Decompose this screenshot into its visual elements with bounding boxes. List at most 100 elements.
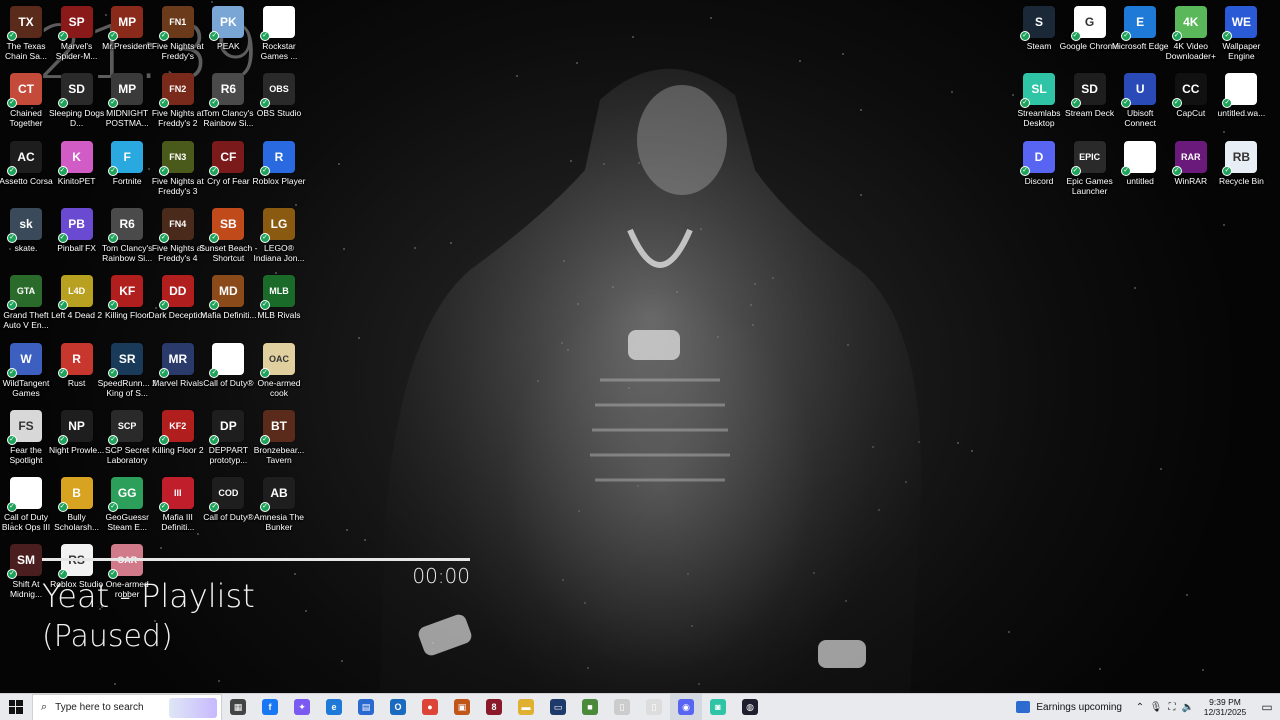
desktop-icon-cry-of-fear[interactable]: CF ✓ Cry of Fear [203, 140, 253, 186]
desktop-icon-lego-indiana-jon[interactable]: LG ✓ LEGO® Indiana Jon... [253, 207, 305, 263]
news-widget[interactable]: Earnings upcoming [1006, 701, 1132, 713]
winrar-icon: RAR ✓ [1171, 140, 1207, 176]
desktop-icon-fortnite[interactable]: F ✓ Fortnite [102, 140, 152, 186]
desktop-icon-wallpaper-engine[interactable]: WE ✓ Wallpaper Engine [1216, 6, 1266, 61]
microphone-icon[interactable]: 🎙 [1148, 702, 1164, 713]
desktop-icon-fear-the-spotlight[interactable]: FS ✓ Fear the Spotlight [1, 409, 51, 465]
desktop-icon-geoguessr-steam-e[interactable]: GG ✓ GeoGuessr Steam E... [102, 477, 152, 532]
discord-taskbar-button[interactable]: ◉ [670, 693, 702, 720]
desktop-icon-obs-studio[interactable]: OBS ✓ OBS Studio [254, 73, 304, 118]
desktop-icon-winrar[interactable]: RAR ✓ WinRAR [1166, 140, 1216, 186]
start-button[interactable] [0, 694, 32, 720]
desktop-icon-mafia-iii-definiti[interactable]: III ✓ Mafia III Definiti... [153, 477, 203, 532]
outlook-taskbar-button[interactable]: O [382, 694, 414, 720]
desktop-icon-mafia-definiti[interactable]: MD ✓ Mafia Definiti... [200, 275, 257, 320]
desktop-icon-sunset-beach-shortcut[interactable]: SB ✓ Sunset Beach - Shortcut [199, 207, 257, 263]
file-explorer-taskbar-button[interactable]: ▬ [510, 694, 542, 720]
desktop-icon-wildtangent-games[interactable]: W ✓ WildTangent Games [1, 342, 51, 398]
desktop-icon-five-nights-at-freddy-s[interactable]: FN1 ✓ Five Nights at Freddy's [152, 6, 204, 61]
desktop-icon-streamlabs-desktop[interactable]: SL ✓ Streamlabs Desktop [1014, 73, 1064, 128]
desktop-icon-the-texas-chain-sa[interactable]: TX ✓ The Texas Chain Sa... [1, 6, 51, 61]
desktop-icon-microsoft-edge[interactable]: E ✓ Microsoft Edge [1112, 6, 1169, 51]
desktop-icon-steam[interactable]: S ✓ Steam [1014, 6, 1064, 51]
app-taskbar-button[interactable]: ▣ [446, 694, 478, 720]
network-icon[interactable]: ⛶ [1164, 702, 1180, 713]
desktop-icon-bronzebear-tavern[interactable]: BT ✓ Bronzebear... Tavern [254, 409, 304, 465]
progress-bar[interactable] [42, 558, 470, 561]
document-taskbar-button[interactable]: ▯ [606, 694, 638, 720]
facebook-taskbar-button[interactable]: f [254, 694, 286, 720]
streamlabs-taskbar-button[interactable]: ◙ [702, 694, 734, 720]
volume-icon[interactable]: 🔈 [1180, 702, 1196, 713]
desktop-icon-call-of-duty[interactable]: ✓ Call of Duty® [203, 342, 253, 388]
desktop-icon-discord[interactable]: D ✓ Discord [1014, 140, 1064, 186]
sync-check-icon: ✓ [1070, 165, 1081, 176]
desktop-icon-recycle-bin[interactable]: RB ✓ Recycle Bin [1216, 140, 1266, 186]
desktop-icon-mlb-rivals[interactable]: MLB ✓ MLB Rivals [254, 275, 304, 320]
sync-check-icon: ✓ [7, 300, 17, 311]
dark-app-taskbar-button[interactable]: ◍ [734, 694, 766, 720]
desktop-icon-grand-theft-auto-v-en[interactable]: GTA ✓ Grand Theft Auto V En... [1, 275, 51, 330]
desktop-icon-left-4-dead-2[interactable]: L4D ✓ Left 4 Dead 2 [51, 275, 102, 320]
desktop-icon-five-nights-at-freddy-s-4[interactable]: FN4 ✓ Five Nights at Freddy's 4 [152, 207, 204, 263]
chrome-taskbar-button[interactable]: ● [414, 694, 446, 720]
desktop-icon-4k-video-downloader[interactable]: 4K ✓ 4K Video Downloader+ [1166, 6, 1216, 61]
desktop-icon-ubisoft-connect[interactable]: U ✓ Ubisoft Connect [1115, 73, 1165, 128]
desktop-icon-tom-clancy-s-rainbow-si[interactable]: R6 ✓ Tom Clancy's Rainbow Si... [102, 207, 152, 263]
desktop-icon-scp-secret-laboratory[interactable]: SCP ✓ SCP Secret Laboratory [102, 409, 152, 465]
desktop-icon-midnight-postma[interactable]: MP ✓ MIDNIGHT POSTMA... [102, 73, 152, 128]
notification-icon[interactable]: ▭ [1254, 700, 1280, 714]
desktop-icon-amnesia-the-bunker[interactable]: AB ✓ Amnesia The Bunker [254, 477, 304, 532]
desktop-icon-skate[interactable]: sk ✓ skate. [1, 207, 51, 253]
desktop-icon-one-armed-cook[interactable]: OAC ✓ One-armed cook [254, 342, 304, 398]
desktop-icon-night-prowle[interactable]: NP ✓ Night Prowle... [49, 409, 104, 455]
sync-check-icon: ✓ [57, 98, 68, 109]
desktop-icon-untitled[interactable]: ✓ untitled [1115, 140, 1165, 186]
desktop-icon-killing-floor-2[interactable]: KF2 ✓ Killing Floor 2 [152, 409, 204, 455]
chevron-up-icon[interactable]: ⌃ [1132, 702, 1148, 713]
desktop-icon-stream-deck[interactable]: SD ✓ Stream Deck [1065, 73, 1115, 118]
taskbar-clock[interactable]: 9:39 PM 12/31/2025 [1196, 697, 1254, 717]
desktop-icon-five-nights-at-freddy-s-3[interactable]: FN3 ✓ Five Nights at Freddy's 3 [152, 140, 204, 196]
desktop-icon-killing-floor[interactable]: KF ✓ Killing Floor [102, 275, 152, 320]
geoguessr-steam-e-icon: GG ✓ [108, 477, 144, 513]
copilot-taskbar-button[interactable]: ✦ [286, 694, 318, 720]
desktop-icon-roblox-player[interactable]: R ✓ Roblox Player [253, 140, 305, 186]
terminal-taskbar-button[interactable]: ▭ [542, 694, 574, 720]
desktop-icon-assetto-corsa[interactable]: AC ✓ Assetto Corsa [0, 140, 53, 186]
desktop-icon-mr-president[interactable]: MP ✓ Mr.President! [102, 6, 152, 51]
desktop-icon-rust[interactable]: R ✓ Rust [52, 342, 102, 388]
desktop-icon-peak[interactable]: PK ✓ PEAK [203, 6, 253, 51]
desktop-icon-bully-scholarsh[interactable]: B ✓ Bully Scholarsh... [52, 477, 102, 532]
desktop-icon-call-of-duty[interactable]: COD ✓ Call of Duty® [203, 477, 253, 522]
desktop-icon-tom-clancy-s-rainbow-si[interactable]: R6 ✓ Tom Clancy's Rainbow Si... [203, 73, 254, 128]
search-box[interactable]: ⌕ Type here to search [32, 693, 222, 720]
desktop-icon-google-chrome[interactable]: G ✓ Google Chrome [1060, 6, 1120, 51]
desktop-icon-five-nights-at-freddy-s-2[interactable]: FN2 ✓ Five Nights at Freddy's 2 [152, 73, 204, 128]
desktop-icon-dark-deception[interactable]: DD ✓ Dark Deception [149, 275, 207, 320]
desktop-icon-deppart-prototyp[interactable]: DP ✓ DEPPART prototyp... [203, 409, 253, 465]
desktop-icon-label: OBS Studio [256, 108, 302, 119]
desktop-icon-call-of-duty-black-ops-iii[interactable]: ✓ Call of Duty Black Ops III [1, 477, 51, 532]
edge-taskbar-button[interactable]: e [318, 694, 350, 720]
document-icon-2-taskbar-button[interactable]: ▯ [638, 694, 670, 720]
track-time: 00:00 [412, 564, 470, 588]
desktop-icon-untitled-wa[interactable]: ✓ untitled.wa... [1216, 73, 1266, 118]
desktop-icon-speedrunn-2-king-of-s[interactable]: SR ✓ SpeedRunn... 2 King of S... [98, 342, 157, 398]
desktop-icon-epic-games-launcher[interactable]: EPIC ✓ Epic Games Launcher [1065, 140, 1115, 196]
wallpaper-engine-icon: WE ✓ [1222, 6, 1258, 41]
desktop-icon-rockstar-games[interactable]: ✓ Rockstar Games ... [254, 6, 304, 61]
desktop-icon-marvel-rivals[interactable]: MR ✓ Marvel Rivals [152, 342, 203, 388]
desktop-icon-marvel-s-spider-m[interactable]: SP ✓ Marvel's Spider-M... [52, 6, 102, 61]
desktop-icon-sleeping-dogs-d[interactable]: SD ✓ Sleeping Dogs D... [49, 73, 104, 128]
desktop-icon-pinball-fx[interactable]: PB ✓ Pinball FX [52, 207, 102, 253]
desktop-icon-capcut[interactable]: CC ✓ CapCut [1166, 73, 1216, 118]
task-view-taskbar-button[interactable]: ▦ [222, 694, 254, 720]
app-icon-2-taskbar-button[interactable]: 8 [478, 694, 510, 720]
desktop-icon-kinitopet[interactable]: K ✓ KinitoPET [52, 140, 102, 186]
desktop-icon-chained-together[interactable]: CT ✓ Chained Together [1, 73, 51, 128]
minecraft-taskbar-button[interactable]: ■ [574, 694, 606, 720]
store-taskbar-button[interactable]: ▤ [350, 694, 382, 720]
sync-check-icon: ✓ [158, 31, 169, 41]
desktop-icon-label: LEGO® Indiana Jon... [253, 242, 305, 263]
